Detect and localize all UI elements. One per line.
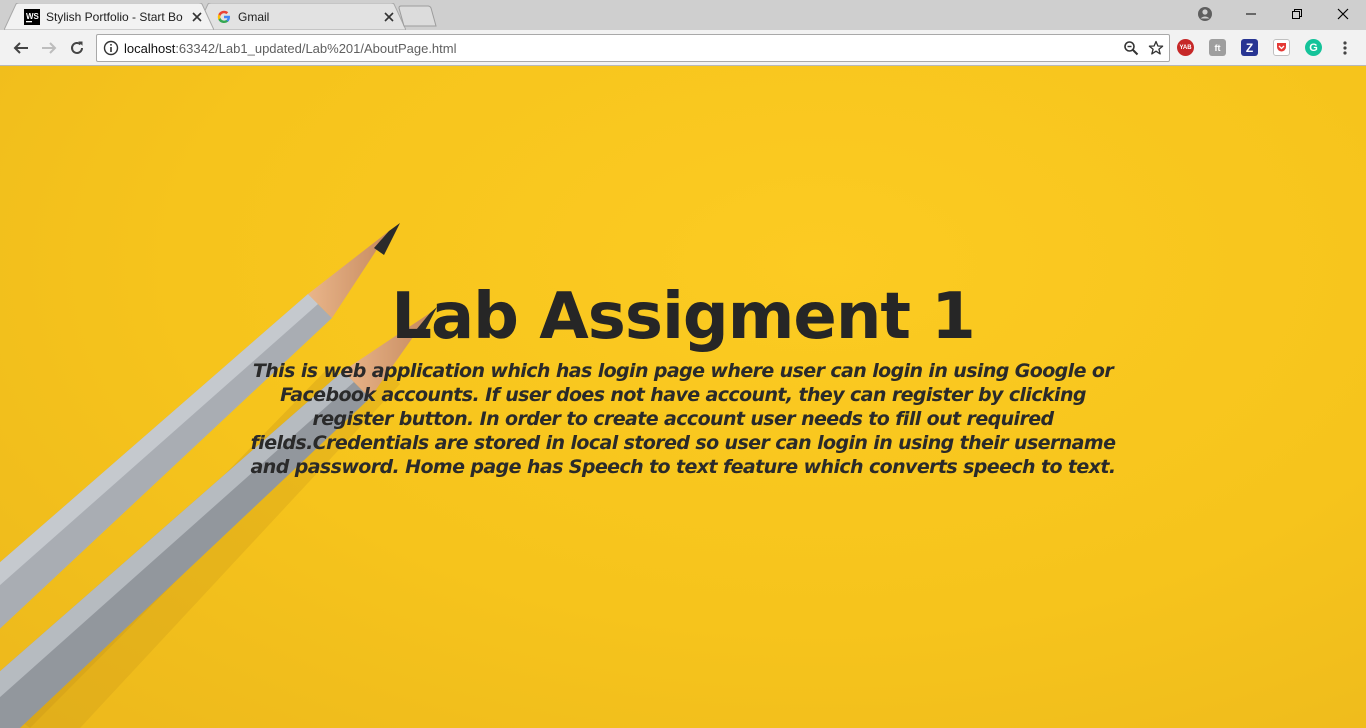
minimize-icon[interactable]: [1228, 0, 1274, 28]
back-icon[interactable]: [9, 36, 33, 60]
font-ext-label: ft: [1214, 42, 1221, 53]
tab-gmail[interactable]: Gmail: [196, 3, 406, 30]
close-window-icon[interactable]: [1320, 0, 1366, 28]
url-path: :63342/Lab1_updated/Lab%201/AboutPage.ht…: [175, 41, 457, 56]
close-tab-icon[interactable]: [190, 10, 204, 24]
webstorm-icon: WS: [24, 8, 40, 25]
tab-strip: Gmail WS Stylish Portfolio - Start Bo: [0, 0, 1366, 30]
font-ext-icon[interactable]: ft: [1209, 39, 1226, 56]
svg-text:WS: WS: [26, 12, 40, 21]
tab-title: Gmail: [238, 9, 270, 24]
grammarly-icon[interactable]: G: [1305, 39, 1322, 56]
info-icon[interactable]: [103, 40, 119, 56]
url-text: localhost:63342/Lab1_updated/Lab%201/Abo…: [124, 41, 457, 56]
address-bar[interactable]: localhost:63342/Lab1_updated/Lab%201/Abo…: [96, 34, 1170, 62]
page-heading: Lab Assigment 1: [391, 280, 976, 354]
tab-stylish-portfolio[interactable]: WS Stylish Portfolio - Start Bo: [4, 3, 214, 30]
tab-title: Stylish Portfolio - Start Bo: [46, 9, 183, 24]
forward-icon[interactable]: [37, 36, 61, 60]
profile-icon[interactable]: [1182, 0, 1228, 28]
browser-toolbar: localhost:63342/Lab1_updated/Lab%201/Abo…: [0, 30, 1366, 66]
pocket-icon[interactable]: [1273, 39, 1290, 56]
zotero-label: Z: [1245, 40, 1254, 55]
reload-icon[interactable]: [65, 36, 89, 60]
new-tab-button[interactable]: [398, 5, 440, 27]
zotero-icon[interactable]: Z: [1241, 39, 1258, 56]
yab-icon[interactable]: YAB: [1177, 39, 1194, 56]
page-description: This is web application which has login …: [250, 360, 1117, 478]
google-icon: [216, 9, 232, 25]
bookmark-star-icon[interactable]: [1148, 40, 1164, 56]
yab-label: YAB: [1179, 44, 1192, 51]
menu-icon[interactable]: [1333, 36, 1357, 60]
about-page: Lab Assigment 1 This is web application …: [0, 66, 1366, 728]
grammarly-label: G: [1309, 41, 1318, 54]
restore-icon[interactable]: [1274, 0, 1320, 28]
url-host: localhost: [124, 41, 176, 56]
zoom-icon[interactable]: [1123, 40, 1139, 56]
close-tab-icon[interactable]: [382, 10, 396, 24]
